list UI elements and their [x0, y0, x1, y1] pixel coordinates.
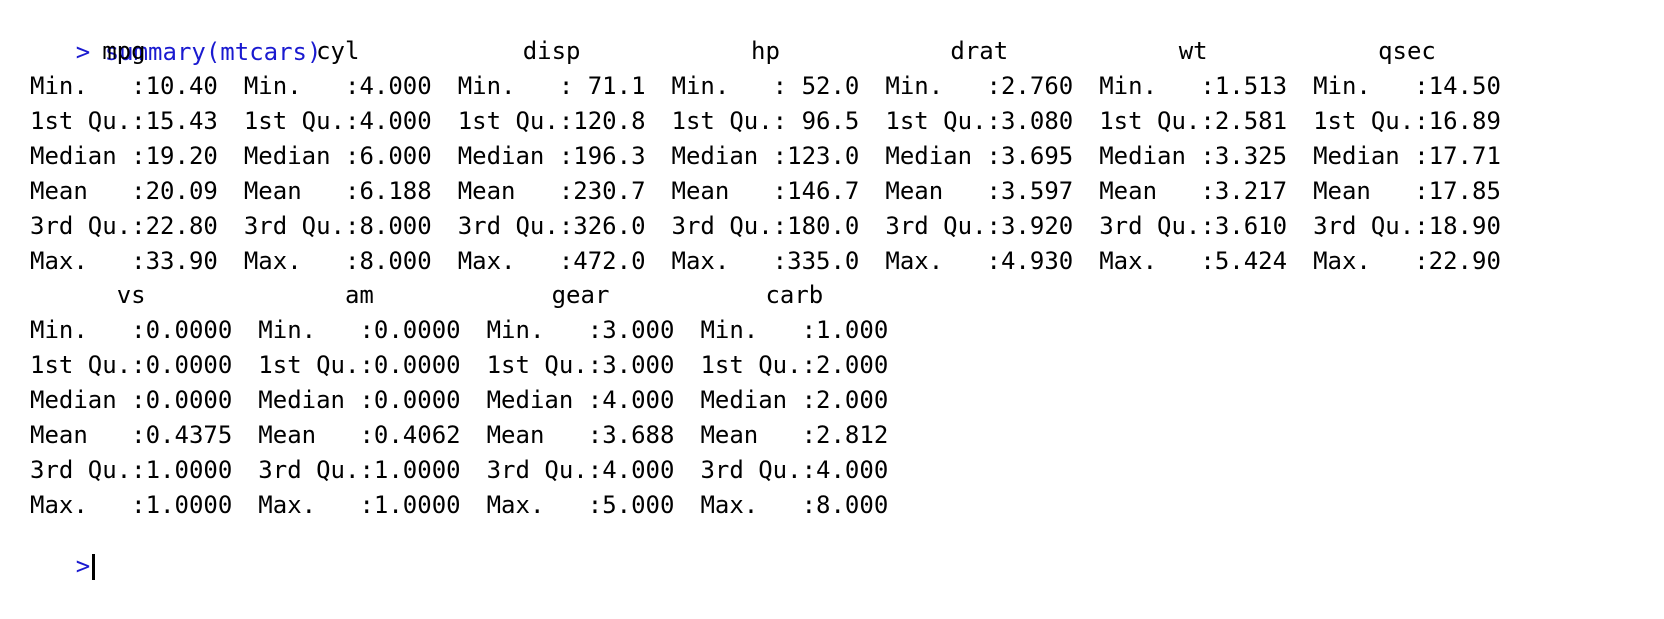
summary-cell: 3rd Qu.:18.90: [1313, 212, 1501, 240]
summary-column-mpg: mpg Min. :10.40 1st Qu.:15.43 Median :19…: [30, 34, 218, 279]
summary-cell: Max. :472.0: [457, 247, 646, 275]
summary-cell: Min. :0.0000: [30, 316, 233, 344]
summary-cell: Median :17.71: [1313, 142, 1501, 170]
summary-cell: Min. : 52.0: [671, 72, 860, 100]
text-cursor: [92, 554, 96, 580]
summary-cell: Max. :5.424: [1099, 247, 1288, 275]
summary-cell: Mean :0.4062: [258, 421, 461, 449]
command-line: > summary(mtcars): [18, 0, 322, 66]
summary-cell: 1st Qu.:15.43: [30, 107, 218, 135]
summary-cell: Max. :1.0000: [258, 491, 461, 519]
r-console[interactable]: > summary(mtcars) mpg Min. :10.40 1st Qu…: [0, 0, 1664, 580]
summary-cell: Median :0.0000: [30, 386, 233, 414]
summary-cell: Max. :5.000: [486, 491, 675, 519]
summary-cell: Median :0.0000: [258, 386, 461, 414]
summary-cell: 1st Qu.:0.0000: [258, 351, 461, 379]
summary-cell: 1st Qu.: 96.5: [671, 107, 860, 135]
summary-cell: 1st Qu.:0.0000: [30, 351, 233, 379]
summary-cell: Mean :2.812: [700, 421, 889, 449]
summary-column-qsec: qsec Min. :14.50 1st Qu.:16.89 Median :1…: [1313, 34, 1501, 279]
column-header: cyl: [316, 37, 360, 65]
column-header: vs: [116, 281, 146, 309]
summary-cell: 1st Qu.:3.000: [486, 351, 675, 379]
summary-block-1: mpg Min. :10.40 1st Qu.:15.43 Median :19…: [30, 34, 1527, 279]
summary-cell: Median :196.3: [457, 142, 646, 170]
summary-cell: Median :123.0: [671, 142, 860, 170]
summary-cell: 1st Qu.:16.89: [1313, 107, 1501, 135]
summary-cell: Median :19.20: [30, 142, 218, 170]
summary-column-cyl: cyl Min. :4.000 1st Qu.:4.000 Median :6.…: [244, 34, 432, 279]
summary-cell: 1st Qu.:2.000: [700, 351, 889, 379]
summary-column-am: am Min. :0.0000 1st Qu.:0.0000 Median :0…: [258, 278, 460, 523]
summary-cell: Median :4.000: [486, 386, 675, 414]
column-header: drat: [950, 37, 1009, 65]
summary-cell: Mean :6.188: [243, 177, 432, 205]
summary-cell: 3rd Qu.:3.920: [885, 212, 1074, 240]
summary-cell: 3rd Qu.:1.0000: [30, 456, 233, 484]
summary-cell: 1st Qu.:2.581: [1099, 107, 1288, 135]
summary-cell: Mean :3.597: [885, 177, 1074, 205]
summary-cell: Mean :20.09: [30, 177, 218, 205]
input-line[interactable]: >: [18, 514, 96, 580]
summary-cell: 3rd Qu.:22.80: [30, 212, 218, 240]
column-header: gear: [551, 281, 610, 309]
summary-cell: Min. :0.0000: [258, 316, 461, 344]
summary-cell: 1st Qu.:4.000: [243, 107, 432, 135]
summary-cell: Min. :3.000: [486, 316, 675, 344]
summary-cell: Mean :3.688: [486, 421, 675, 449]
summary-cell: Min. :10.40: [30, 72, 218, 100]
summary-cell: Min. :14.50: [1313, 72, 1501, 100]
summary-column-disp: disp Min. : 71.1 1st Qu.:120.8 Median :1…: [458, 34, 646, 279]
summary-cell: Median :6.000: [243, 142, 432, 170]
column-header: disp: [522, 37, 581, 65]
summary-cell: Max. :8.000: [700, 491, 889, 519]
summary-cell: Max. :335.0: [671, 247, 860, 275]
summary-cell: Min. :2.760: [885, 72, 1074, 100]
column-header: wt: [1178, 37, 1208, 65]
summary-cell: Mean :146.7: [671, 177, 860, 205]
summary-cell: Median :2.000: [700, 386, 889, 414]
summary-cell: Median :3.695: [885, 142, 1074, 170]
column-header: hp: [751, 37, 780, 65]
summary-cell: 1st Qu.:3.080: [885, 107, 1074, 135]
prompt-symbol: >: [75, 552, 91, 580]
summary-cell: 3rd Qu.:4.000: [700, 456, 889, 484]
summary-cell: Max. :33.90: [30, 247, 218, 275]
summary-cell: 3rd Qu.:326.0: [457, 212, 646, 240]
summary-cell: Mean :0.4375: [30, 421, 233, 449]
column-header: carb: [765, 281, 824, 309]
summary-cell: Mean :17.85: [1313, 177, 1501, 205]
summary-column-carb: carb Min. :1.000 1st Qu.:2.000 Median :2…: [700, 278, 888, 523]
summary-cell: 1st Qu.:120.8: [457, 107, 646, 135]
summary-cell: Max. :4.930: [885, 247, 1074, 275]
summary-column-vs: vs Min. :0.0000 1st Qu.:0.0000 Median :0…: [30, 278, 232, 523]
summary-cell: Mean :230.7: [457, 177, 646, 205]
summary-cell: 3rd Qu.:8.000: [243, 212, 432, 240]
column-header: qsec: [1378, 37, 1436, 65]
summary-cell: Min. :1.000: [700, 316, 889, 344]
summary-cell: Min. :1.513: [1099, 72, 1288, 100]
summary-cell: Max. :8.000: [243, 247, 432, 275]
summary-block-2: vs Min. :0.0000 1st Qu.:0.0000 Median :0…: [30, 278, 914, 523]
summary-column-hp: hp Min. : 52.0 1st Qu.: 96.5 Median :123…: [672, 34, 860, 279]
summary-cell: 3rd Qu.:1.0000: [258, 456, 461, 484]
column-header: mpg: [102, 37, 146, 65]
summary-column-gear: gear Min. :3.000 1st Qu.:3.000 Median :4…: [487, 278, 675, 523]
summary-cell: 3rd Qu.:3.610: [1099, 212, 1288, 240]
summary-cell: Min. : 71.1: [457, 72, 646, 100]
summary-column-drat: drat Min. :2.760 1st Qu.:3.080 Median :3…: [885, 34, 1073, 279]
summary-cell: Max. :22.90: [1313, 247, 1501, 275]
summary-column-wt: wt Min. :1.513 1st Qu.:2.581 Median :3.3…: [1099, 34, 1287, 279]
summary-cell: Min. :4.000: [243, 72, 432, 100]
summary-cell: 3rd Qu.:180.0: [671, 212, 860, 240]
summary-cell: Median :3.325: [1099, 142, 1288, 170]
column-header: am: [344, 281, 374, 309]
summary-cell: 3rd Qu.:4.000: [486, 456, 675, 484]
summary-cell: Mean :3.217: [1099, 177, 1288, 205]
